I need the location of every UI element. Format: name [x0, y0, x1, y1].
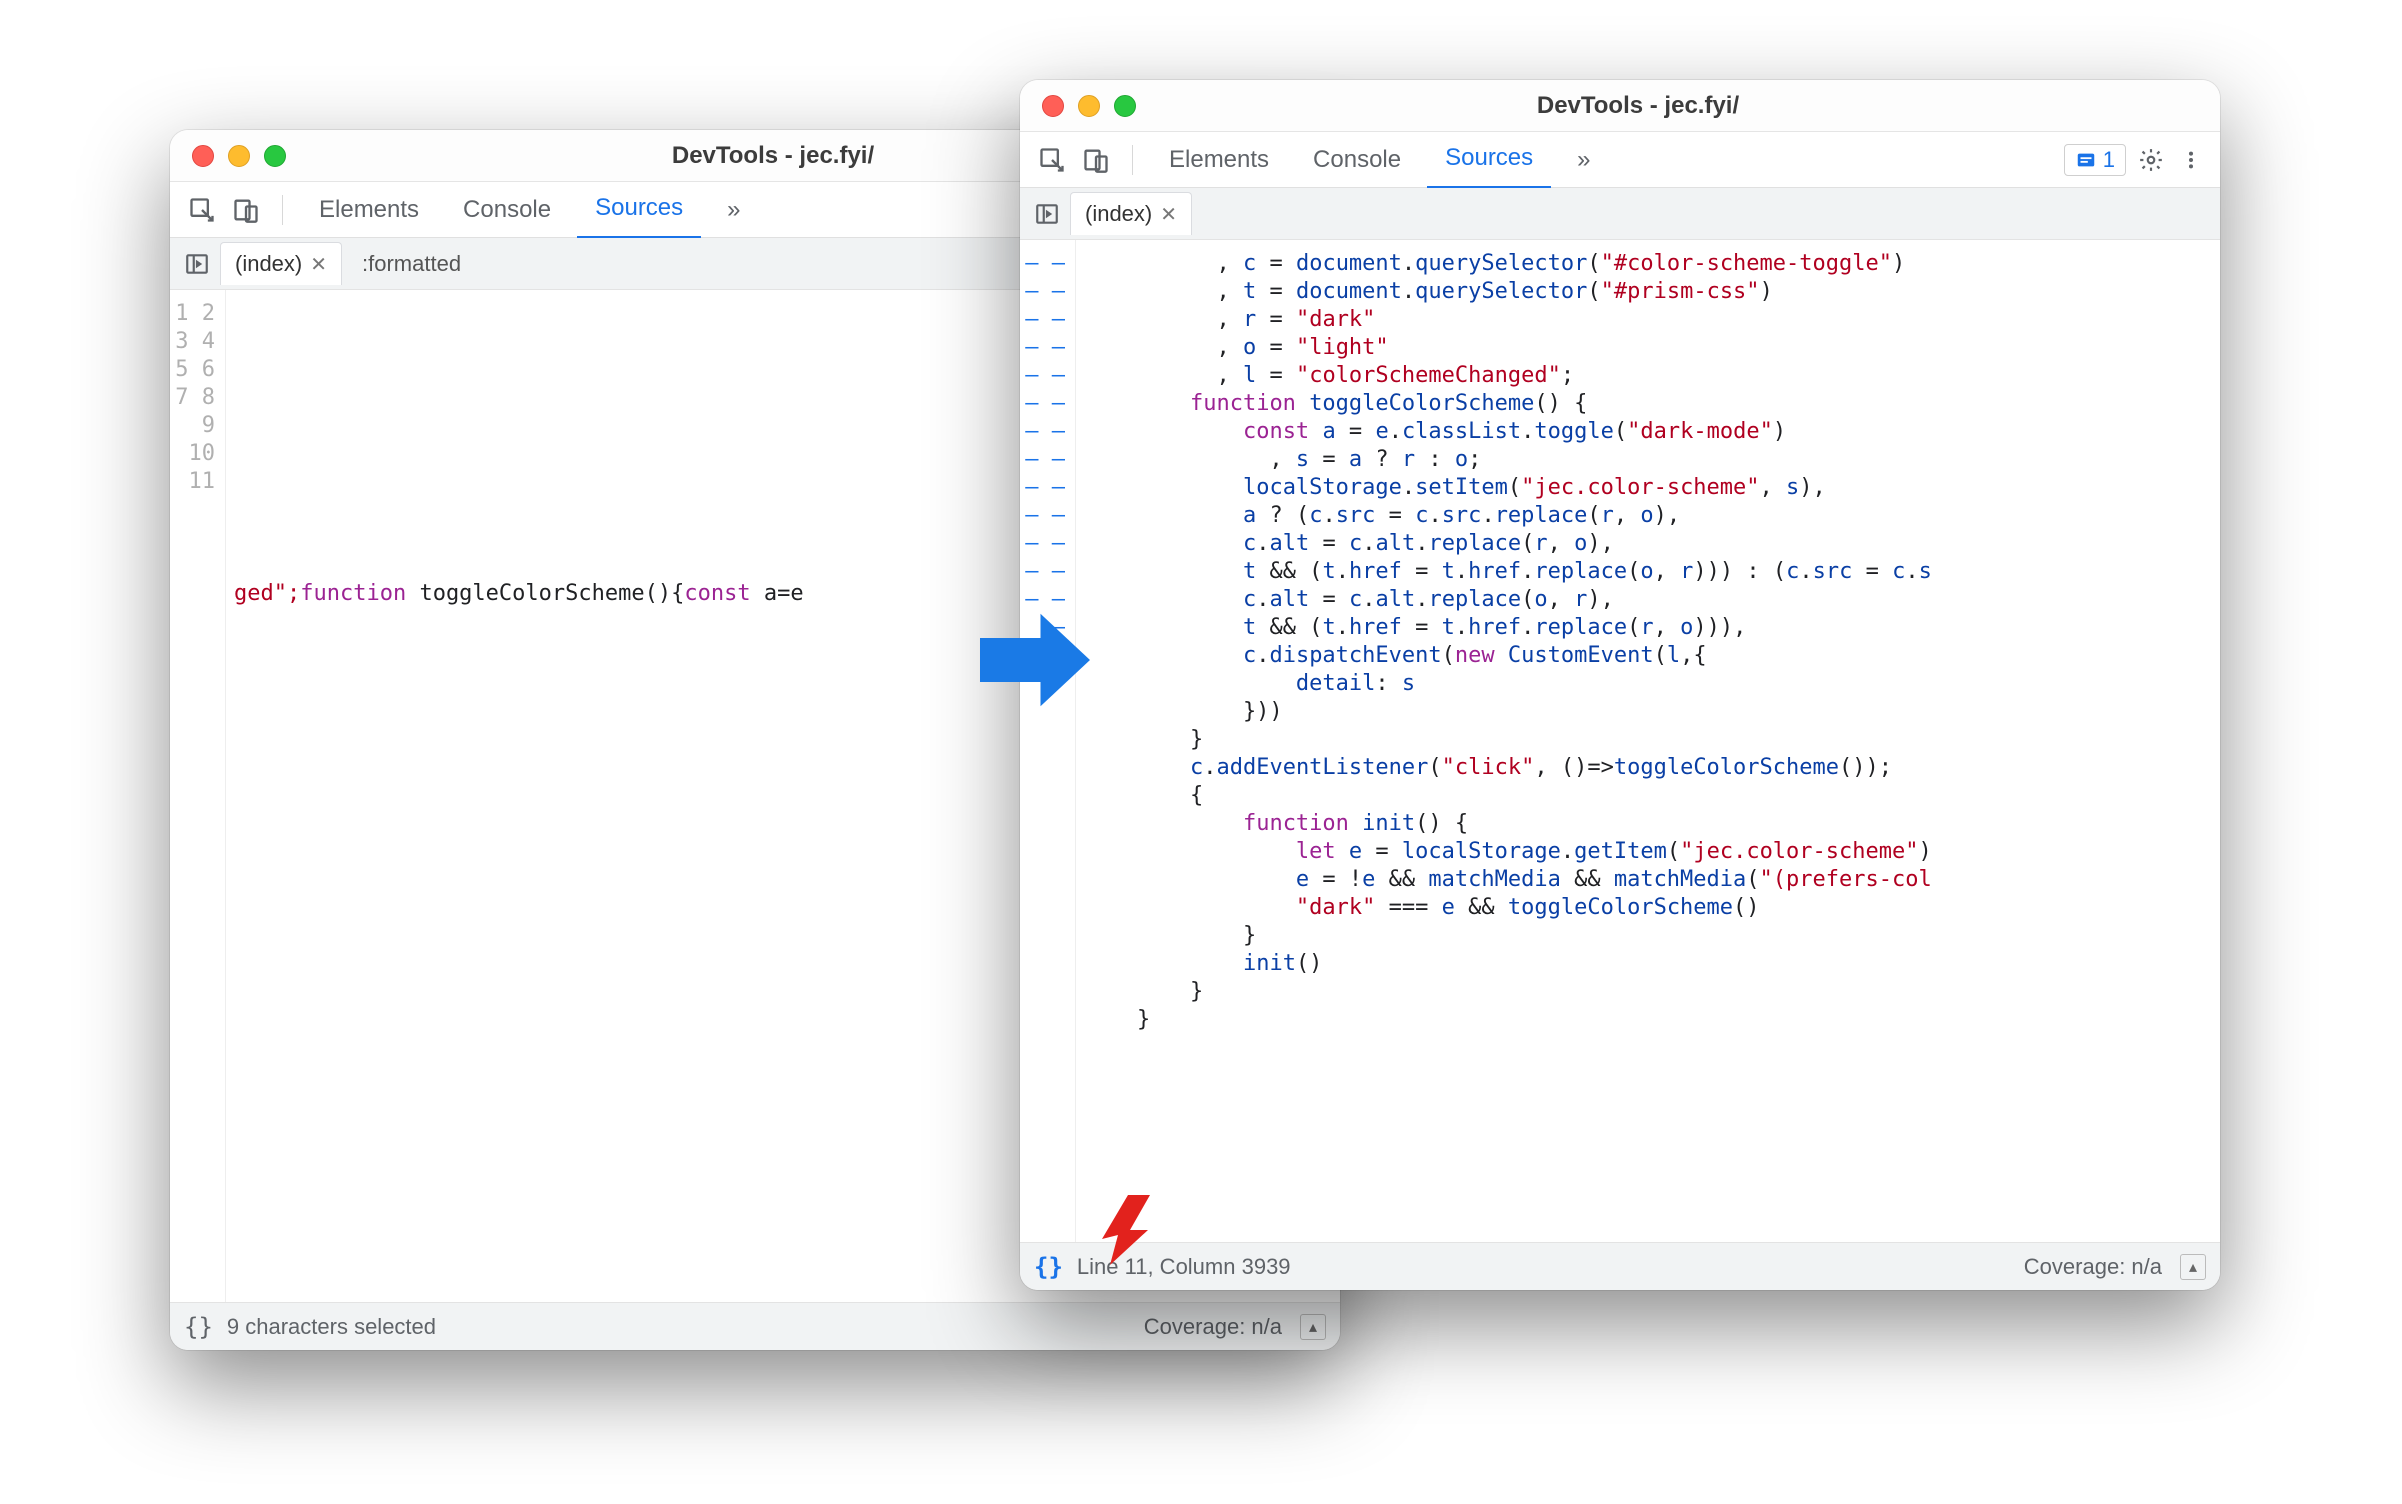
tabs-overflow[interactable]: »	[709, 182, 758, 238]
close-icon[interactable]: ✕	[1160, 202, 1177, 227]
gear-icon[interactable]	[2134, 143, 2168, 177]
tab-sources[interactable]: Sources	[1427, 130, 1551, 189]
close-icon[interactable]	[1042, 95, 1064, 117]
pretty-print-button[interactable]: {}	[184, 1313, 213, 1341]
tabs-overflow[interactable]: »	[1559, 132, 1608, 188]
tab-elements[interactable]: Elements	[1151, 132, 1287, 188]
zoom-icon[interactable]	[1114, 95, 1136, 117]
code-content[interactable]: , c = document.querySelector("#color-sch…	[1076, 240, 2220, 1242]
inspect-icon[interactable]	[1034, 142, 1070, 178]
tab-console[interactable]: Console	[1295, 132, 1419, 188]
zoom-icon[interactable]	[264, 145, 286, 167]
window-title: DevTools - jec.fyi/	[1136, 92, 2220, 120]
code-editor[interactable]: – – – – – – – – – – – – – – – – – – – – …	[1020, 240, 2220, 1242]
device-icon[interactable]	[228, 192, 264, 228]
issues-button[interactable]: 1	[2064, 144, 2126, 176]
collapse-icon[interactable]: ▴	[1300, 1314, 1326, 1340]
separator	[282, 195, 283, 225]
separator	[1132, 145, 1133, 175]
line-gutter: 1 2 3 4 5 6 7 8 9 10 11	[170, 290, 226, 1302]
file-tab-index[interactable]: (index) ✕	[1070, 192, 1192, 235]
file-tab-index[interactable]: (index) ✕	[220, 242, 342, 285]
file-tab-label: (index)	[235, 251, 302, 277]
main-toolbar: Elements Console Sources » 1	[1020, 132, 2220, 188]
status-message: 9 characters selected	[227, 1314, 436, 1340]
titlebar: DevTools - jec.fyi/	[1020, 80, 2220, 132]
minimize-icon[interactable]	[1078, 95, 1100, 117]
tab-elements[interactable]: Elements	[301, 182, 437, 238]
kebab-icon[interactable]	[2176, 143, 2206, 177]
device-icon[interactable]	[1078, 142, 1114, 178]
line-gutter: – – – – – – – – – – – – – – – – – – – – …	[1020, 240, 1076, 1242]
collapse-icon[interactable]: ▴	[2180, 1254, 2206, 1280]
coverage-label: Coverage: n/a	[1144, 1314, 1282, 1340]
status-bar: {} 9 characters selected Coverage: n/a ▴	[170, 1302, 1340, 1350]
cursor-position: Line 11, Column 3939	[1077, 1254, 1291, 1280]
pretty-print-button[interactable]: {}	[1034, 1253, 1063, 1281]
file-tab-bar: (index) ✕	[1020, 188, 2220, 240]
show-navigator-icon[interactable]	[180, 247, 214, 281]
close-icon[interactable]: ✕	[310, 252, 327, 277]
close-icon[interactable]	[192, 145, 214, 167]
minimize-icon[interactable]	[228, 145, 250, 167]
inspect-icon[interactable]	[184, 192, 220, 228]
show-navigator-icon[interactable]	[1030, 197, 1064, 231]
traffic-lights	[1020, 95, 1136, 117]
traffic-lights	[170, 145, 286, 167]
coverage-label: Coverage: n/a	[2024, 1254, 2162, 1280]
file-tab-formatted[interactable]: :formatted	[348, 243, 475, 285]
tab-console[interactable]: Console	[445, 182, 569, 238]
status-bar: {} Line 11, Column 3939 Coverage: n/a ▴	[1020, 1242, 2220, 1290]
issues-count: 1	[2103, 147, 2115, 173]
file-tab-label: (index)	[1085, 201, 1152, 227]
tab-sources[interactable]: Sources	[577, 180, 701, 239]
devtools-window-right: DevTools - jec.fyi/ Elements Console Sou…	[1020, 80, 2220, 1290]
